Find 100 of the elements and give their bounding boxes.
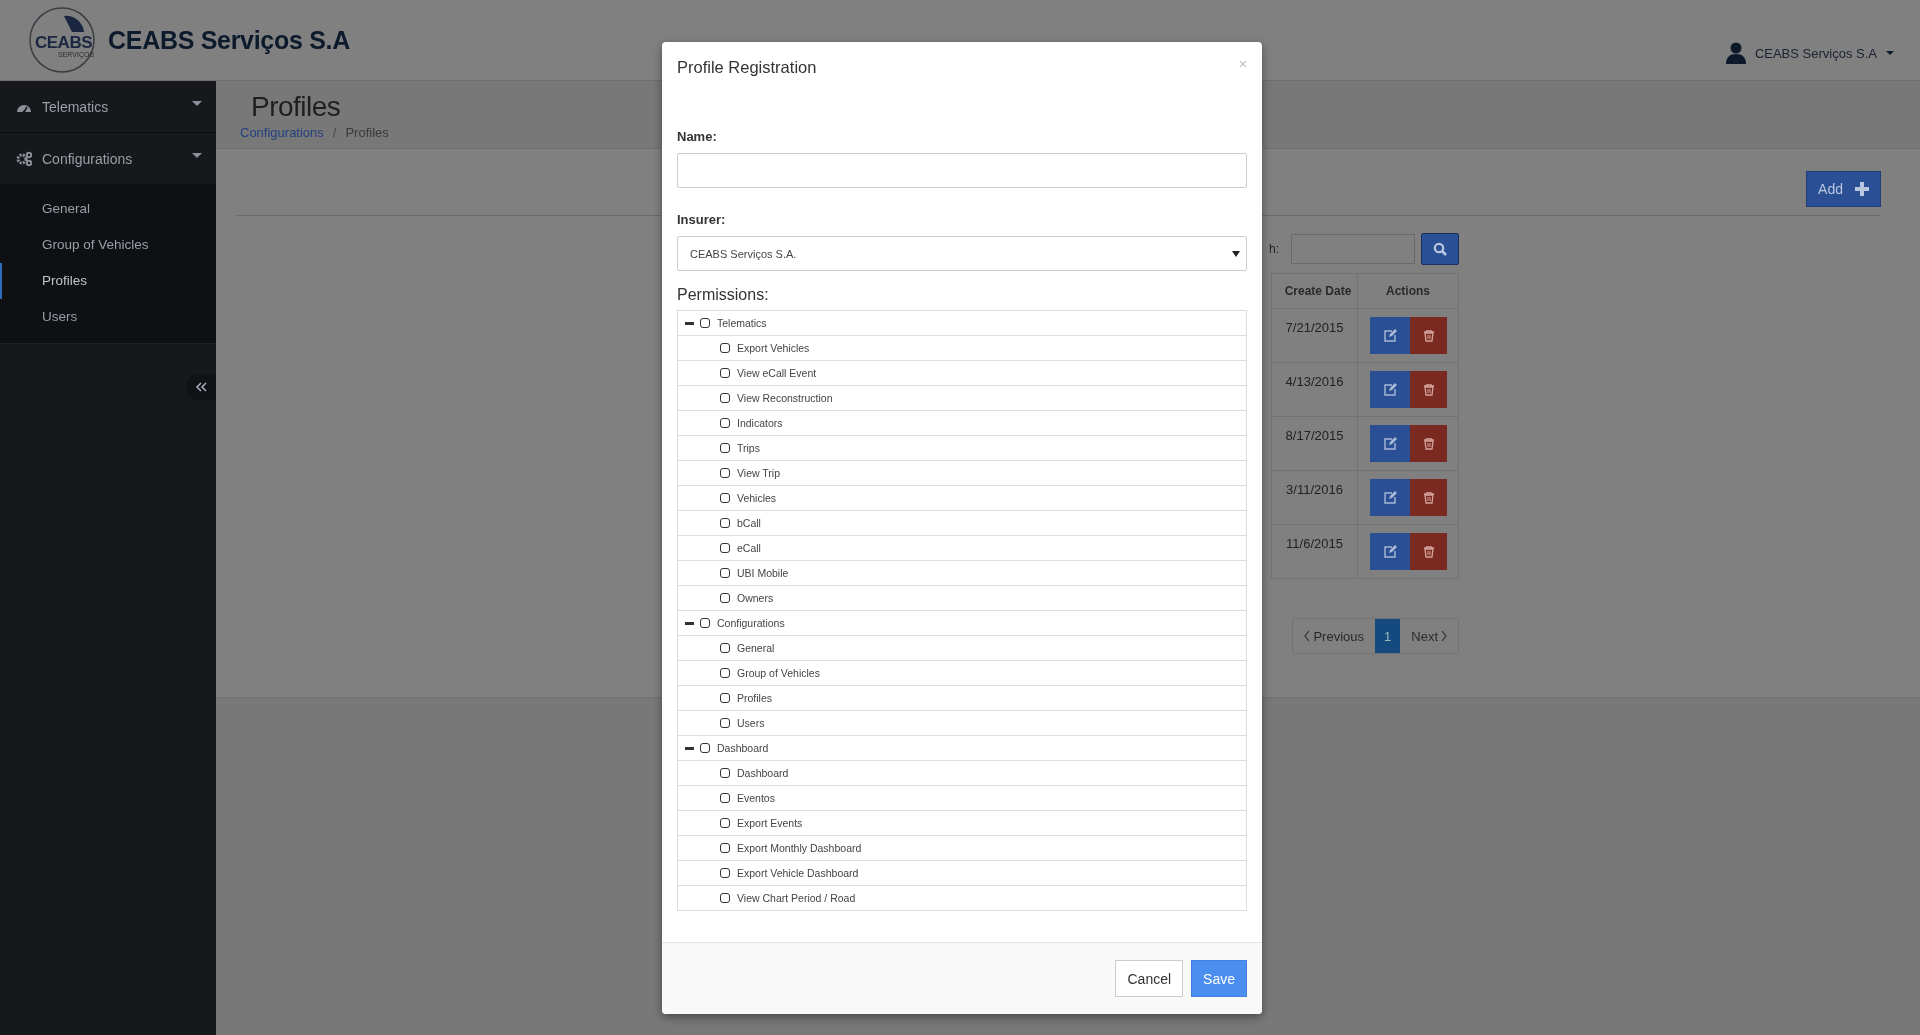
edit-button[interactable] bbox=[1370, 317, 1410, 354]
tree-item-label: View Reconstruction bbox=[737, 392, 833, 404]
checkbox[interactable] bbox=[720, 443, 730, 453]
tree-item-label: Dashboard bbox=[717, 742, 769, 754]
tree-item-label: Indicators bbox=[737, 417, 783, 429]
user-icon bbox=[1725, 42, 1746, 64]
checkbox[interactable] bbox=[720, 718, 730, 728]
sidebar-item[interactable]: General bbox=[0, 191, 216, 227]
sidebar-item[interactable]: Group of Vehicles bbox=[0, 227, 216, 263]
tree-item-label: General bbox=[737, 642, 775, 654]
column-header: Actions bbox=[1357, 273, 1459, 309]
tree-item-label: Export Events bbox=[737, 817, 803, 829]
section-heading: Permissions: bbox=[677, 286, 770, 304]
table-cell: 7/21/2015 bbox=[1271, 308, 1358, 363]
brand-name: CEABS Serviços S.A bbox=[108, 25, 350, 55]
checkbox[interactable] bbox=[720, 368, 730, 378]
checkbox[interactable] bbox=[720, 343, 730, 353]
tree-item-label: View eCall Event bbox=[737, 367, 817, 379]
checkbox[interactable] bbox=[720, 893, 730, 903]
table-cell: 4/13/2016 bbox=[1271, 362, 1358, 417]
tree-item-label: Export Vehicles bbox=[737, 342, 810, 354]
table-cell: 11/6/2015 bbox=[1271, 524, 1358, 579]
tree-item-label: bCall bbox=[737, 517, 761, 529]
caret-icon bbox=[1886, 51, 1894, 55]
tree-item-label: eCall bbox=[737, 542, 761, 554]
delete-button[interactable] bbox=[1410, 479, 1447, 516]
checkbox[interactable] bbox=[700, 743, 710, 753]
table-cell: 8/17/2015 bbox=[1271, 416, 1358, 471]
trash-icon bbox=[1423, 383, 1434, 396]
checkbox[interactable] bbox=[720, 693, 730, 703]
plus-icon bbox=[1855, 182, 1869, 196]
tree-item-label: UBI Mobile bbox=[737, 567, 789, 579]
field-label: Insurer: bbox=[677, 212, 727, 227]
checkbox[interactable] bbox=[720, 543, 730, 553]
edit-button[interactable] bbox=[1370, 425, 1410, 462]
checkbox[interactable] bbox=[720, 393, 730, 403]
next-button[interactable]: Next bbox=[1400, 619, 1458, 653]
checkbox[interactable] bbox=[720, 868, 730, 878]
checkbox[interactable] bbox=[720, 793, 730, 803]
search-icon bbox=[1433, 242, 1447, 256]
edit-button[interactable] bbox=[1370, 533, 1410, 570]
checkbox[interactable] bbox=[700, 618, 710, 628]
breadcrumb-separator: / bbox=[332, 125, 337, 140]
cancel-button[interactable]: Cancel bbox=[1115, 960, 1184, 997]
gears-icon bbox=[16, 150, 32, 167]
name-field[interactable] bbox=[677, 153, 1247, 188]
user-menu[interactable]: CEABS Serviços S.A bbox=[1725, 42, 1894, 64]
caret-icon bbox=[192, 101, 202, 106]
breadcrumb-current: Profiles bbox=[345, 125, 389, 140]
add-button[interactable]: Add bbox=[1806, 171, 1881, 207]
tree-item-label: Dashboard bbox=[737, 767, 789, 779]
delete-button[interactable] bbox=[1410, 425, 1447, 462]
sidebar-menu-item[interactable]: Telematics bbox=[0, 81, 216, 133]
checkbox[interactable] bbox=[720, 668, 730, 678]
tree-item-label: Profiles bbox=[737, 692, 772, 704]
chevron-right-icon bbox=[1441, 631, 1447, 641]
tree-item-label: Vehicles bbox=[737, 492, 777, 504]
edit-icon bbox=[1383, 437, 1397, 450]
dropdown-arrow-icon bbox=[1232, 250, 1240, 257]
logo-circle-icon bbox=[28, 6, 96, 74]
edit-button[interactable] bbox=[1370, 479, 1410, 516]
checkbox[interactable] bbox=[720, 518, 730, 528]
checkbox[interactable] bbox=[700, 318, 710, 328]
caret-icon bbox=[192, 153, 202, 158]
checkbox[interactable] bbox=[720, 468, 730, 478]
tree-item-label: View Chart Period / Road bbox=[737, 892, 856, 904]
checkbox[interactable] bbox=[720, 843, 730, 853]
previous-button[interactable]: Previous bbox=[1293, 619, 1376, 653]
tree-item-label: Owners bbox=[737, 592, 774, 604]
checkbox[interactable] bbox=[720, 593, 730, 603]
edit-button[interactable] bbox=[1370, 371, 1410, 408]
checkbox[interactable] bbox=[720, 643, 730, 653]
search-label: h: bbox=[1269, 242, 1279, 256]
modal-title: Profile Registration bbox=[677, 58, 817, 77]
logo-text: CEABS bbox=[35, 33, 92, 52]
sidebar-item[interactable]: Users bbox=[0, 299, 216, 335]
search-button[interactable] bbox=[1421, 233, 1459, 265]
checkbox[interactable] bbox=[720, 493, 730, 503]
collapse-button[interactable] bbox=[186, 374, 216, 400]
page-button[interactable]: 1 bbox=[1375, 619, 1401, 653]
delete-button[interactable] bbox=[1410, 371, 1447, 408]
tree-item-label: Group of Vehicles bbox=[737, 667, 820, 679]
checkbox[interactable] bbox=[720, 768, 730, 778]
tree-item-label: Export Monthly Dashboard bbox=[737, 842, 862, 854]
table-cell: 3/11/2016 bbox=[1271, 470, 1358, 525]
delete-button[interactable] bbox=[1410, 317, 1447, 354]
field-label: Name: bbox=[677, 129, 718, 144]
tree-item-label: Telematics bbox=[717, 317, 767, 329]
checkbox[interactable] bbox=[720, 418, 730, 428]
edit-icon bbox=[1383, 545, 1397, 558]
delete-button[interactable] bbox=[1410, 533, 1447, 570]
checkbox[interactable] bbox=[720, 818, 730, 828]
tree-item-label: View Trip bbox=[737, 467, 780, 479]
chevron-left-icon bbox=[1304, 631, 1311, 641]
checkbox[interactable] bbox=[720, 568, 730, 578]
insurer-dropdown[interactable]: CEABS Serviços S.A. bbox=[677, 236, 1247, 271]
tree-item-label: Trips bbox=[737, 442, 760, 454]
tree-item-label: Configurations bbox=[717, 617, 785, 629]
trash-icon bbox=[1423, 491, 1434, 504]
edit-icon bbox=[1383, 491, 1397, 504]
